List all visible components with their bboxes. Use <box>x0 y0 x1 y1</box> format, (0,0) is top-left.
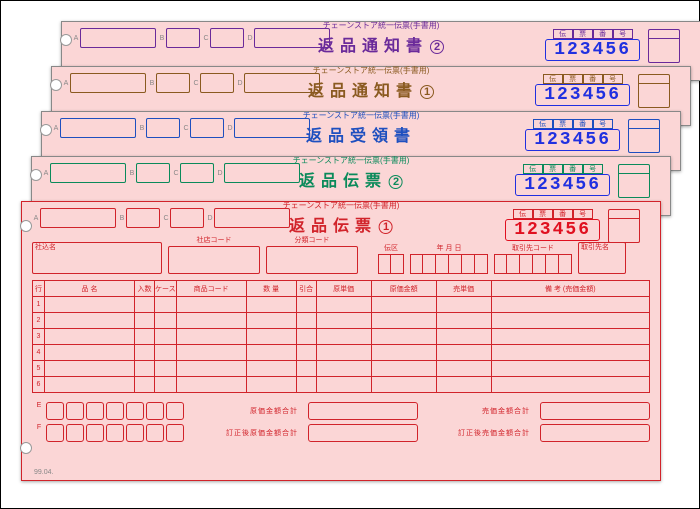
teisei-genka-label: 訂正後原価金額合計 <box>226 428 298 438</box>
slip-number: 123456 <box>525 129 620 151</box>
bunrui-code-box <box>266 246 358 274</box>
teisei-genka-box <box>308 424 418 442</box>
slip-title: 返品受領書 <box>303 122 420 146</box>
torihikisaki-code-cells <box>494 254 572 274</box>
date-cells <box>410 254 488 274</box>
header-subtitle: チェーンストア統一伝票(手書用) <box>283 200 400 211</box>
totals-section: E 原価金額合計 売価金額合計 F 訂正後原価金額合計 訂正後売価金額合計 <box>32 400 650 444</box>
shaten-code-box <box>168 246 260 274</box>
genka-total-label: 原価金額合計 <box>250 406 298 416</box>
slip-number: 123456 <box>545 39 640 61</box>
slip-title: 返品通知書1 <box>308 77 434 101</box>
slip-title: 返品伝票1 <box>283 212 400 236</box>
genka-total-box <box>308 402 418 420</box>
slip-number: 123456 <box>535 84 630 106</box>
table-row: 2 <box>33 313 650 329</box>
table-row: 4 <box>33 345 650 361</box>
shakomei-box: 社込名 <box>32 242 162 274</box>
header-fields-row: 社込名 社店コード 分類コード 伝区 年 月 日 取引先コード 取引先名 <box>32 240 650 274</box>
shaten-code-label: 社店コード <box>197 235 232 245</box>
denku-cells <box>378 254 404 274</box>
torihikisaki-code-label: 取引先コード <box>512 243 554 253</box>
slip-number-header: 伝票番号 <box>513 209 593 219</box>
baika-total-label: 売価金額合計 <box>482 406 530 416</box>
bunrui-code-label: 分類コード <box>295 235 330 245</box>
line-items-table: 行 品 名 入数 ケース 商品コード 数 量 引合 原単価 原価金額 売単価 備… <box>32 280 650 393</box>
form-revision: 99.04. <box>34 469 53 476</box>
teisei-baika-label: 訂正後売価金額合計 <box>458 428 530 438</box>
denku-label: 伝区 <box>384 243 398 253</box>
teisei-baika-box <box>540 424 650 442</box>
slip-copy-1: A B C D チェーンストア統一伝票(手書用) 返品伝票1 伝票番号 1234… <box>21 201 661 481</box>
torihikisaki-mei-box: 取引先名 <box>578 242 626 274</box>
table-row: 1 <box>33 297 650 313</box>
table-header-row: 行 品 名 入数 ケース 商品コード 数 量 引合 原単価 原価金額 売単価 備… <box>33 281 650 297</box>
stamp-box <box>608 209 640 243</box>
table-row: 6 <box>33 377 650 393</box>
slip-number: 123456 <box>505 219 600 241</box>
slip-title: 返品伝票2 <box>293 167 410 191</box>
slip-title: 返品通知書2 <box>318 32 444 56</box>
baika-total-box <box>540 402 650 420</box>
table-row: 5 <box>33 361 650 377</box>
header-subtitle: チェーンストア統一伝票(手書用) <box>318 20 444 31</box>
slip-number: 123456 <box>515 174 610 196</box>
table-row: 3 <box>33 329 650 345</box>
